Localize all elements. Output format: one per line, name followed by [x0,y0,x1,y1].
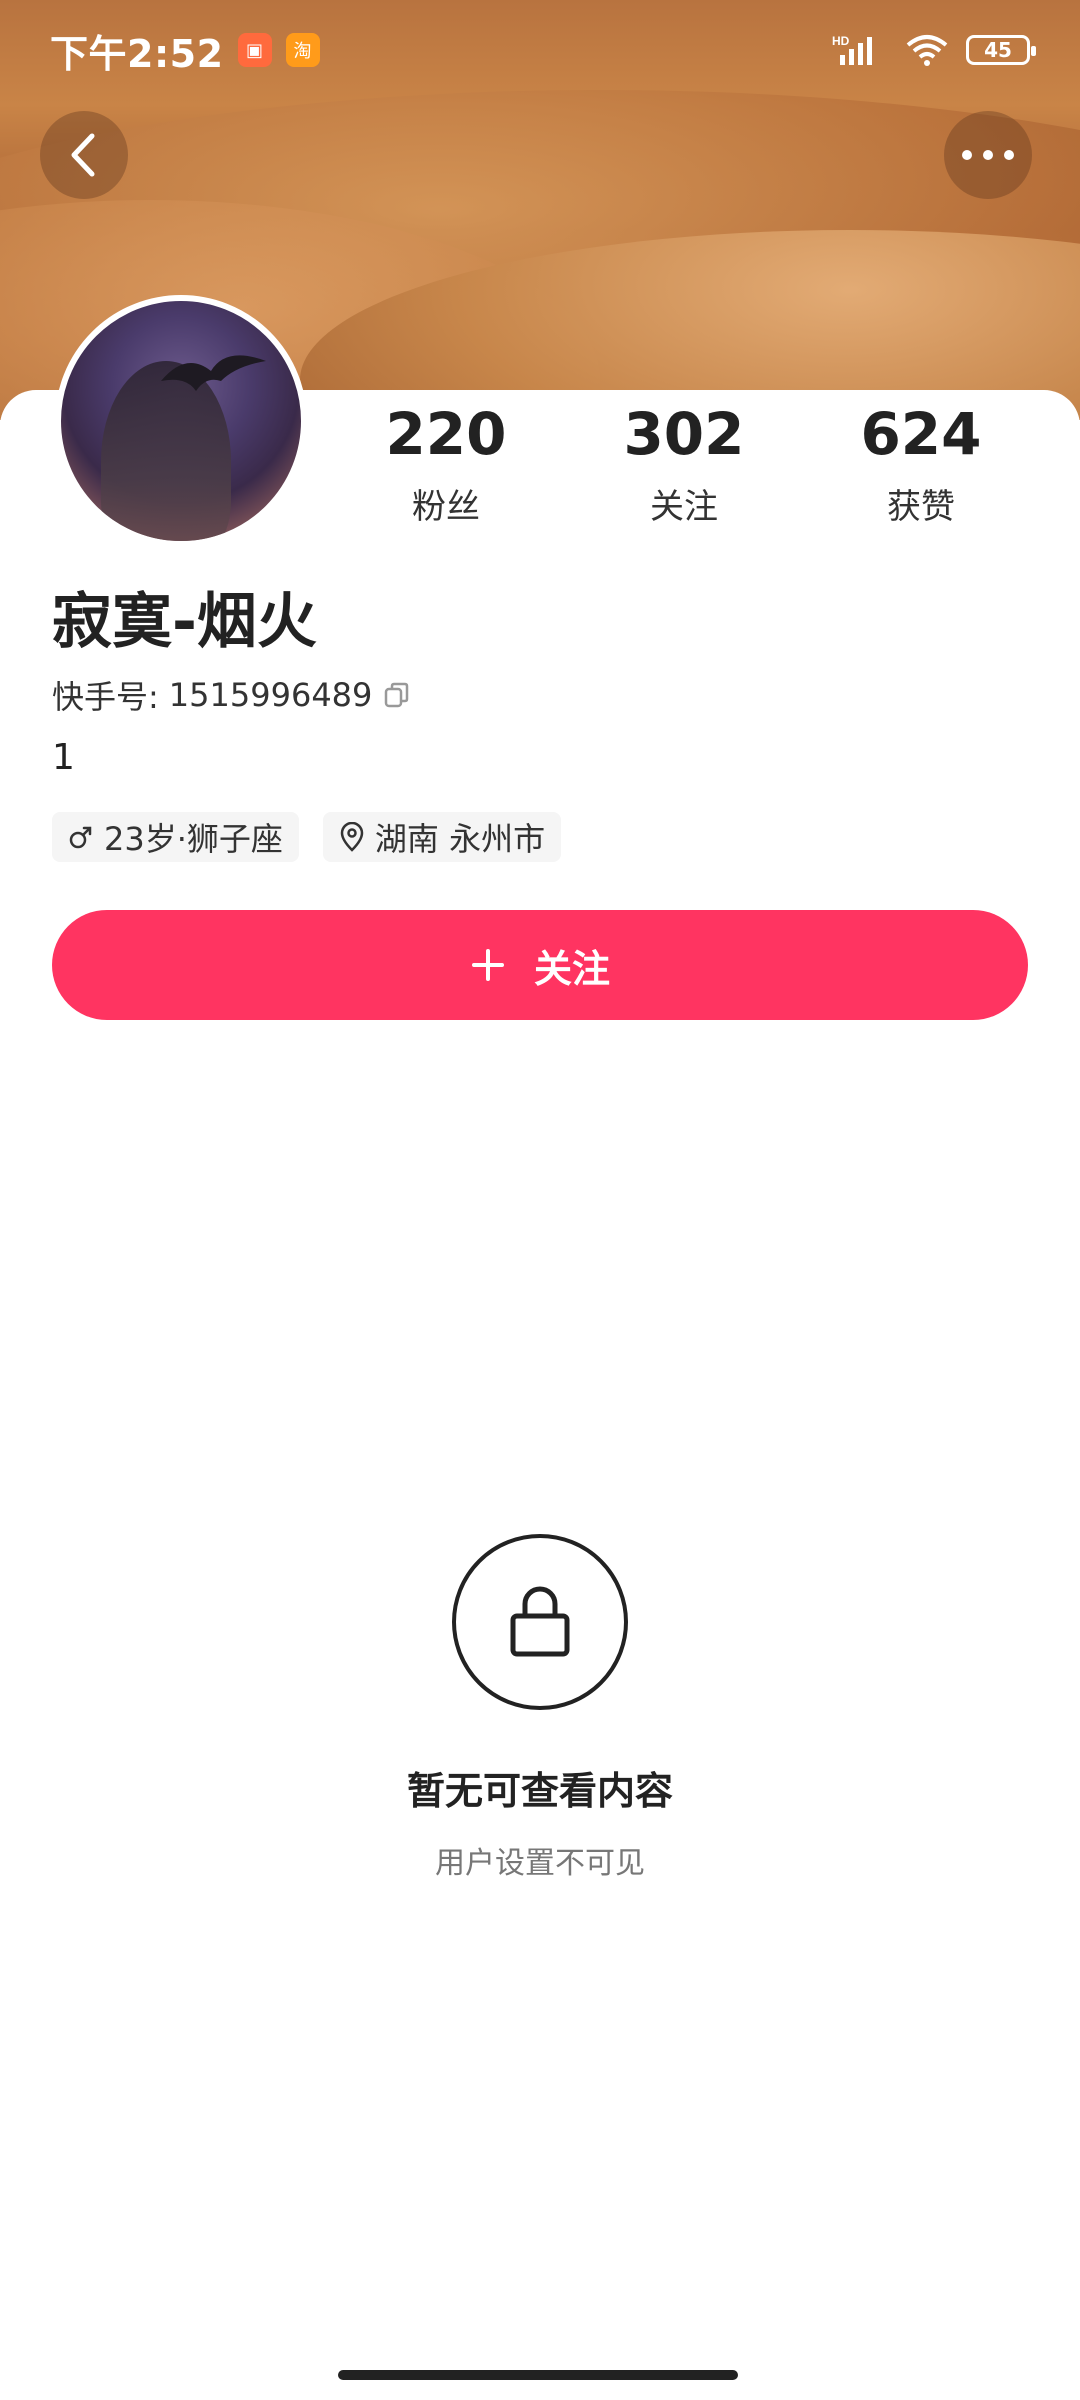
stat-likes[interactable]: 624 获赞 [841,405,1001,528]
shopping-app-icon: ▣ [237,33,272,67]
stat-label: 获赞 [887,487,955,527]
follow-button-label: 关注 [533,946,610,991]
follow-button[interactable]: 关注 [52,910,1028,1020]
stat-value: 220 [385,400,507,468]
location-tag: 湖南 永州市 [322,812,562,862]
battery-level: 45 [984,38,1012,62]
profile-tags: 23岁·狮子座 湖南 永州市 [52,812,562,862]
home-indicator[interactable] [338,2370,738,2380]
more-dots-icon [962,150,1014,160]
status-bar: 下午2:52 ▣ 淘 HD 45 [0,0,1080,100]
profile-bio: 1 [52,737,75,778]
status-indicators: HD 45 [832,33,1036,67]
profile-stats: 220 粉丝 302 关注 624 获赞 [0,405,1080,528]
lock-icon [510,1586,570,1657]
kuaishou-id-value: 1515996489 [168,676,373,714]
chevron-left-icon [71,133,95,177]
stat-label: 粉丝 [412,487,480,527]
empty-state-title: 暂无可查看内容 [406,1769,673,1813]
location-text: 湖南 永州市 [374,820,546,858]
back-button[interactable] [40,111,128,199]
stat-value: 624 [860,400,982,468]
battery-icon: 45 [966,35,1036,65]
svg-text:HD: HD [832,34,850,48]
age-tag: 23岁·狮子座 [52,812,299,862]
stat-value: 302 [623,400,745,468]
plus-icon [471,949,504,981]
kuaishou-id-row: 快手号: 1515996489 [52,672,412,718]
more-options-button[interactable] [944,111,1032,199]
stat-following[interactable]: 302 关注 [604,405,764,528]
bird-icon [161,355,266,391]
stat-label: 关注 [650,487,718,527]
profile-name: 寂寞-烟火 [52,587,317,657]
age-constellation-text: 23岁·狮子座 [104,820,283,858]
location-pin-icon [340,822,364,852]
stat-fans[interactable]: 220 粉丝 [366,405,526,528]
empty-state-subtitle: 用户设置不可见 [435,1846,645,1881]
empty-state-lock [452,1534,628,1710]
signal-icon: HD [832,34,872,65]
copy-icon[interactable] [382,680,412,710]
status-time: 下午2:52 [50,31,224,76]
taobao-app-icon: 淘 [285,33,320,67]
kuaishou-id-label: 快手号: [52,678,159,716]
male-icon [69,826,92,849]
wifi-icon [906,35,948,66]
